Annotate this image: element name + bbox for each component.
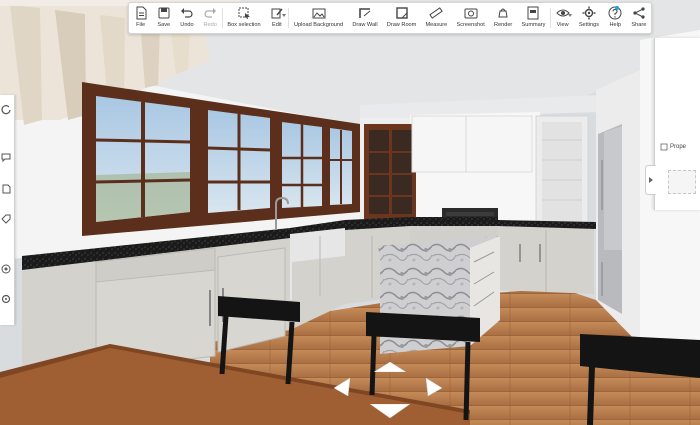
share-icon bbox=[633, 7, 645, 19]
camera-nav-right-icon[interactable] bbox=[426, 378, 442, 396]
box-selection-icon bbox=[238, 7, 250, 19]
main-toolbar: File Save Undo Redo Box selection Edit Upload … bbox=[128, 2, 652, 34]
help-label: Help bbox=[609, 22, 621, 28]
notification-dot bbox=[614, 6, 619, 10]
save-button[interactable]: Save bbox=[152, 3, 175, 33]
screenshot-icon bbox=[464, 8, 478, 19]
redo-button[interactable]: Redo bbox=[199, 3, 222, 33]
view-label: View bbox=[556, 22, 569, 28]
corner-glass-cabinet bbox=[364, 124, 416, 220]
render-button[interactable]: Render bbox=[489, 3, 517, 33]
chevron-down-icon bbox=[282, 14, 287, 17]
box-selection-label: Box selection bbox=[227, 22, 261, 28]
save-icon bbox=[158, 7, 170, 19]
measure-button[interactable]: Measure bbox=[421, 3, 452, 33]
document-icon[interactable] bbox=[0, 183, 12, 195]
edit-icon bbox=[271, 8, 283, 19]
view-icon bbox=[555, 9, 570, 17]
camera-nav-up-icon[interactable] bbox=[374, 362, 406, 372]
upload-background-icon bbox=[312, 8, 326, 19]
camera-nav-left-icon[interactable] bbox=[334, 378, 350, 396]
draw-room-icon bbox=[395, 7, 408, 19]
render-label: Render bbox=[493, 22, 513, 28]
share-label: Share bbox=[631, 22, 647, 28]
properties-label: Prope bbox=[670, 144, 687, 150]
help-button[interactable]: Help bbox=[604, 3, 627, 33]
tag-icon[interactable] bbox=[0, 213, 12, 225]
redo-icon bbox=[204, 8, 217, 18]
file-label: File bbox=[136, 22, 146, 28]
undo-label: Undo bbox=[180, 22, 194, 28]
screenshot-button[interactable]: Screenshot bbox=[452, 3, 489, 33]
save-label: Save bbox=[157, 22, 171, 28]
chevron-right-icon bbox=[649, 177, 653, 183]
draw-wall-button[interactable]: Draw Wall bbox=[348, 3, 382, 33]
undo-icon bbox=[180, 8, 193, 18]
redo-label: Redo bbox=[203, 22, 217, 28]
left-tool-rail bbox=[0, 95, 15, 325]
upper-cabinets bbox=[411, 115, 533, 173]
share-button[interactable]: Share bbox=[627, 3, 651, 33]
upload-background-label: Upload Background bbox=[294, 22, 344, 28]
settings-icon[interactable] bbox=[0, 293, 12, 305]
settings-label: Settings bbox=[578, 22, 600, 28]
properties-icon bbox=[660, 143, 668, 151]
settings-button[interactable]: Settings bbox=[574, 3, 603, 33]
render-icon bbox=[498, 8, 508, 18]
draw-wall-icon bbox=[359, 8, 371, 18]
target-icon[interactable] bbox=[0, 263, 12, 275]
camera-nav-down-icon[interactable] bbox=[370, 404, 410, 418]
settings-icon bbox=[582, 6, 596, 20]
draw-wall-label: Draw Wall bbox=[352, 22, 378, 28]
file-icon bbox=[136, 6, 147, 20]
box-selection-button[interactable]: Box selection bbox=[223, 3, 265, 33]
panel-collapse-toggle[interactable] bbox=[645, 165, 656, 195]
draw-room-button[interactable]: Draw Room bbox=[382, 3, 421, 33]
measure-label: Measure bbox=[425, 22, 448, 28]
upload-background-button[interactable]: Upload Background bbox=[289, 3, 347, 33]
open-shelving bbox=[535, 115, 589, 227]
undo-button[interactable]: Undo bbox=[175, 3, 198, 33]
comment-icon[interactable] bbox=[0, 151, 12, 163]
summary-label: Summary bbox=[521, 22, 546, 28]
measure-icon bbox=[429, 7, 444, 19]
edit-button[interactable]: Edit bbox=[265, 3, 288, 33]
properties-header[interactable]: Prope bbox=[660, 140, 700, 154]
draw-room-label: Draw Room bbox=[386, 22, 417, 28]
screenshot-label: Screenshot bbox=[456, 22, 485, 28]
summary-button[interactable]: Summary bbox=[517, 3, 550, 33]
edit-label: Edit bbox=[271, 22, 282, 28]
rotate-icon[interactable] bbox=[0, 103, 12, 115]
summary-icon bbox=[527, 6, 539, 20]
kitchen-3d-view[interactable] bbox=[0, 0, 700, 425]
chevron-down-icon bbox=[568, 14, 573, 17]
properties-thumbnail[interactable] bbox=[668, 170, 696, 194]
view-button[interactable]: View bbox=[551, 3, 574, 33]
refrigerator bbox=[598, 124, 622, 314]
file-button[interactable]: File bbox=[129, 3, 152, 33]
